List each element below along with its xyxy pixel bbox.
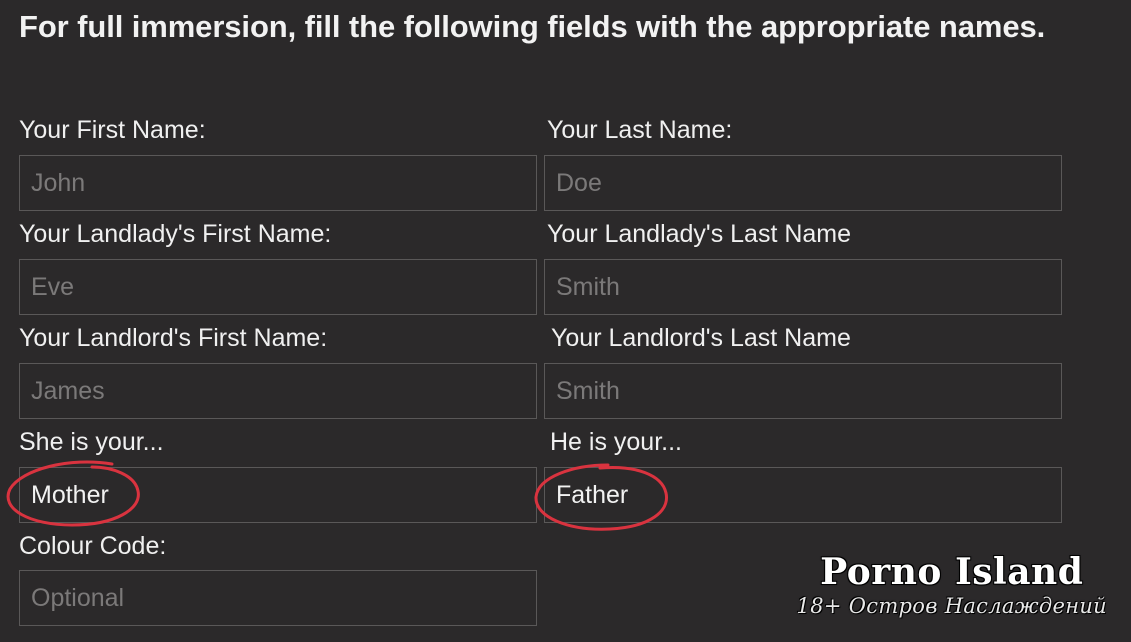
landlady-first-name-label: Your Landlady's First Name: (19, 220, 332, 248)
last-name-input[interactable] (544, 155, 1062, 211)
she-is-your-label: She is your... (19, 428, 164, 456)
landlady-last-name-label: Your Landlady's Last Name (547, 220, 852, 248)
watermark-title: Porno Island (820, 551, 1084, 593)
colour-code-label: Colour Code: (19, 532, 167, 560)
watermark-subtitle: 18+ Остров Наслаждений (796, 594, 1107, 618)
landlord-first-name-input[interactable] (19, 363, 537, 419)
landlord-last-name-label: Your Landlord's Last Name (551, 324, 851, 352)
landlady-last-name-input[interactable] (544, 259, 1062, 315)
first-name-input[interactable] (19, 155, 537, 211)
last-name-label: Your Last Name: (547, 116, 733, 144)
landlady-first-name-input[interactable] (19, 259, 537, 315)
watermark-logo: Porno Island 18+ Остров Наслаждений (797, 551, 1107, 619)
she-is-your-input[interactable] (19, 467, 537, 523)
first-name-label: Your First Name: (19, 116, 206, 144)
he-is-your-input[interactable] (544, 467, 1062, 523)
landlord-first-name-label: Your Landlord's First Name: (19, 324, 328, 352)
colour-code-input[interactable] (19, 570, 537, 626)
he-is-your-label: He is your... (550, 428, 682, 456)
landlord-last-name-input[interactable] (544, 363, 1062, 419)
page-title: For full immersion, fill the following f… (19, 9, 1046, 44)
